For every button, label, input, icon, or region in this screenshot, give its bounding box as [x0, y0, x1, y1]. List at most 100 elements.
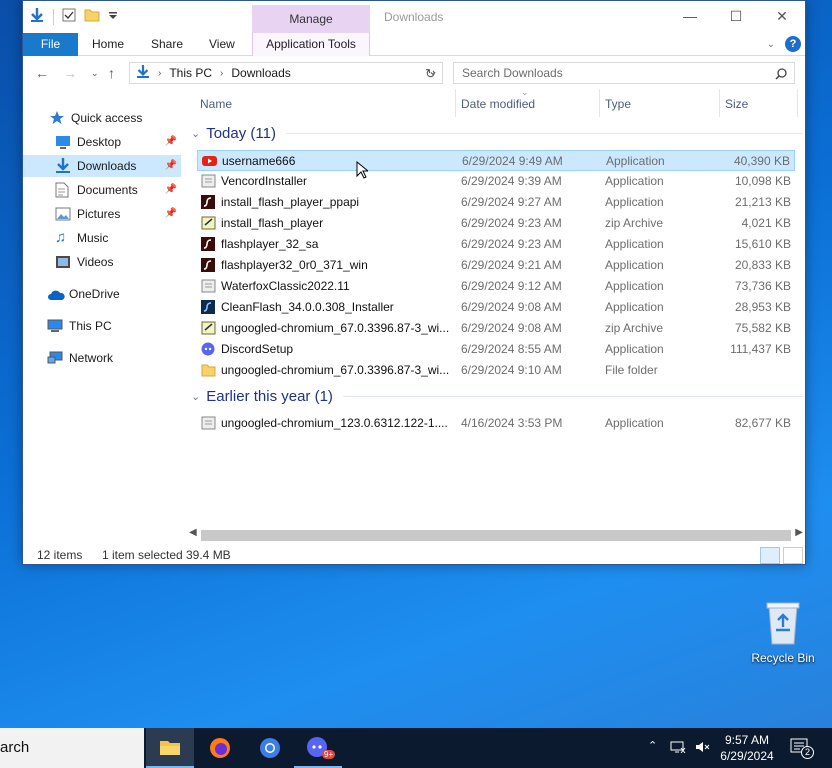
- file-type: Application: [605, 300, 664, 314]
- tab-application-tools[interactable]: Application Tools: [252, 33, 370, 56]
- file-row[interactable]: WaterfoxClassic2022.11 6/29/2024 9:12 AM A…: [197, 276, 795, 297]
- customize-qat-icon[interactable]: [108, 10, 118, 24]
- tab-view[interactable]: View: [209, 33, 235, 56]
- new-folder-icon[interactable]: [84, 8, 100, 25]
- folder-icon: [201, 363, 216, 377]
- file-name: ungoogled-chromium_123.0.6312.122-1....: [221, 416, 448, 430]
- tab-file[interactable]: File: [23, 33, 78, 56]
- file-row[interactable]: ungoogled-chromium_67.0.3396.87-3_wi... 6…: [197, 318, 795, 339]
- group-header-earlier[interactable]: ⌄ Earlier this year (1): [187, 388, 803, 405]
- nav-onedrive[interactable]: OneDrive: [23, 283, 181, 305]
- file-row[interactable]: flashplayer32_0r0_371_win 6/29/2024 9:21 …: [197, 255, 795, 276]
- column-size[interactable]: Size: [725, 97, 748, 111]
- file-row[interactable]: VencordInstaller 6/29/2024 9:39 AM Applica…: [197, 171, 795, 192]
- file-date: 6/29/2024 9:23 AM: [461, 237, 562, 251]
- column-divider[interactable]: [455, 89, 456, 117]
- expand-ribbon-icon[interactable]: ⌄: [767, 39, 775, 50]
- address-bar[interactable]: › This PC › Downloads ⌄: [129, 62, 443, 84]
- taskbar-app-running[interactable]: [344, 728, 388, 768]
- horizontal-scrollbar[interactable]: ◀ ▶: [187, 527, 805, 543]
- collapse-chevron-icon[interactable]: ⌄: [191, 127, 200, 140]
- youtube-icon: [202, 154, 217, 168]
- firefox-taskbar-button[interactable]: [196, 728, 244, 768]
- onedrive-cloud-icon: [47, 286, 65, 302]
- firefox-icon: [210, 738, 230, 758]
- network-status-icon[interactable]: [670, 739, 686, 758]
- file-row[interactable]: CleanFlash_34.0.0.308_Installer 6/29/2024…: [197, 297, 795, 318]
- large-icons-view-icon[interactable]: [783, 547, 803, 564]
- taskbar-search[interactable]: arch: [0, 728, 144, 768]
- nav-videos[interactable]: Videos: [23, 251, 181, 273]
- pin-icon[interactable]: 📌: [165, 131, 177, 153]
- pin-icon[interactable]: 📌: [165, 155, 177, 177]
- zip-icon: [201, 216, 216, 230]
- notification-badge: 9+: [322, 750, 336, 759]
- music-icon: ♫: [55, 229, 67, 246]
- column-type[interactable]: Type: [605, 97, 631, 111]
- forward-arrow-icon[interactable]: →: [63, 65, 77, 81]
- collapse-chevron-icon[interactable]: ⌄: [191, 390, 200, 403]
- tab-home[interactable]: Home: [92, 33, 124, 56]
- group-header-today[interactable]: ⌄ Today (11): [187, 125, 803, 142]
- network-icon: [47, 350, 63, 366]
- column-divider[interactable]: [797, 89, 798, 117]
- nav-music[interactable]: ♫ Music: [23, 227, 181, 249]
- help-icon[interactable]: ?: [785, 36, 801, 52]
- maximize-button[interactable]: ☐: [713, 1, 759, 31]
- clock-time: 9:57 AM: [724, 733, 770, 747]
- file-explorer-taskbar-button[interactable]: [146, 728, 194, 768]
- download-arrow-icon[interactable]: [29, 7, 45, 26]
- pin-icon[interactable]: 📌: [165, 203, 177, 225]
- nav-documents[interactable]: Documents 📌: [23, 179, 181, 201]
- file-type: Application: [605, 258, 664, 272]
- column-name[interactable]: Name: [200, 97, 232, 111]
- properties-icon[interactable]: [62, 8, 76, 25]
- volume-muted-icon[interactable]: [694, 739, 710, 758]
- selection-size: 39.4 MB: [186, 548, 231, 562]
- recent-locations-icon[interactable]: ⌄: [91, 68, 99, 79]
- search-icon[interactable]: [775, 67, 787, 83]
- file-row[interactable]: DiscordSetup 6/29/2024 8:55 AM Application…: [197, 339, 795, 360]
- action-center-icon[interactable]: 2: [790, 738, 814, 759]
- recycle-bin[interactable]: Recycle Bin: [745, 600, 821, 665]
- clock-date: 6/29/2024: [720, 749, 774, 763]
- nav-pictures[interactable]: Pictures 📌: [23, 203, 181, 225]
- column-divider[interactable]: [719, 89, 720, 117]
- up-arrow-icon[interactable]: ↑: [108, 65, 115, 81]
- file-row[interactable]: install_flash_player_ppapi 6/29/2024 9:27…: [197, 192, 795, 213]
- show-hidden-icons-icon[interactable]: ⌃: [648, 739, 657, 752]
- search-input[interactable]: Search Downloads: [453, 62, 795, 84]
- nav-network[interactable]: Network: [23, 347, 181, 369]
- nav-downloads[interactable]: Downloads 📌: [23, 155, 181, 177]
- breadcrumb-this-pc[interactable]: This PC: [169, 66, 212, 80]
- recycle-bin-label: Recycle Bin: [751, 651, 815, 665]
- back-arrow-icon[interactable]: ←: [35, 65, 49, 81]
- file-row[interactable]: ungoogled-chromium_67.0.3396.87-3_wi... 6…: [197, 360, 795, 381]
- flash-icon: [201, 195, 216, 209]
- nav-desktop[interactable]: Desktop 📌: [23, 131, 181, 153]
- scroll-thumb[interactable]: [201, 530, 791, 541]
- column-divider[interactable]: [599, 89, 600, 117]
- file-row[interactable]: ungoogled-chromium_123.0.6312.122-1.... 4…: [197, 413, 795, 434]
- discord-taskbar-button[interactable]: 9+: [294, 728, 342, 768]
- breadcrumb-downloads[interactable]: Downloads: [231, 66, 290, 80]
- taskbar-clock[interactable]: 9:57 AM 6/29/2024: [712, 732, 782, 764]
- scroll-left-icon[interactable]: ◀: [189, 527, 197, 538]
- minimize-button[interactable]: —: [667, 1, 713, 31]
- close-button[interactable]: ✕: [759, 1, 805, 31]
- file-row[interactable]: flashplayer_32_sa 6/29/2024 9:23 AM Applic…: [197, 234, 795, 255]
- details-view-icon[interactable]: [760, 547, 780, 564]
- file-date: 6/29/2024 9:08 AM: [461, 321, 562, 335]
- downloads-location-icon: [136, 64, 150, 82]
- manage-tab[interactable]: Manage: [252, 5, 370, 33]
- file-row[interactable]: install_flash_player 6/29/2024 9:23 AM zip…: [197, 213, 795, 234]
- file-row[interactable]: username666 6/29/2024 9:49 AM Application 4…: [197, 150, 795, 171]
- scroll-right-icon[interactable]: ▶: [795, 527, 803, 538]
- nav-this-pc[interactable]: This PC: [23, 315, 181, 337]
- nav-quick-access[interactable]: Quick access: [23, 107, 181, 129]
- column-date-modified[interactable]: Date modified: [461, 97, 535, 111]
- browser-taskbar-button[interactable]: [246, 728, 294, 768]
- refresh-icon[interactable]: ↻: [425, 66, 436, 82]
- tab-share[interactable]: Share: [151, 33, 183, 56]
- pin-icon[interactable]: 📌: [165, 179, 177, 201]
